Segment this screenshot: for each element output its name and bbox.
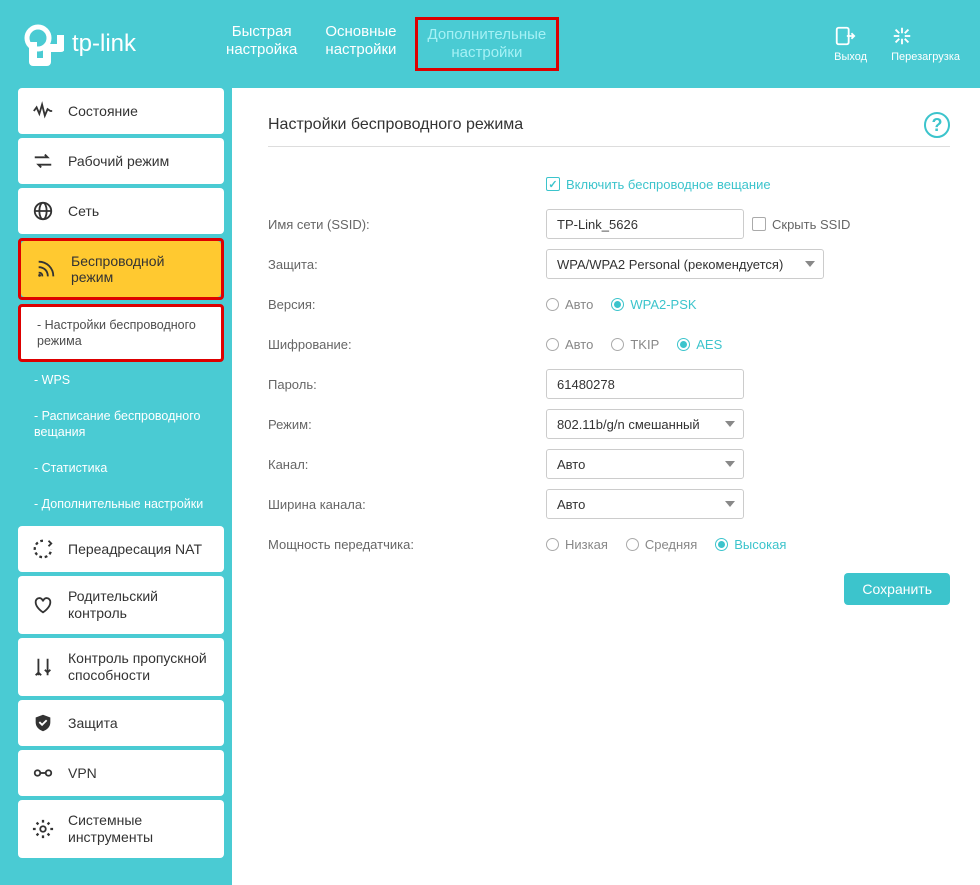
- sub-wps[interactable]: WPS: [18, 362, 224, 398]
- sidebar-item-system[interactable]: Системные инструменты: [18, 800, 224, 858]
- sub-schedule[interactable]: Расписание беспроводного вещания: [18, 398, 224, 450]
- page-title: Настройки беспроводного режима: [268, 116, 523, 134]
- txpower-low-radio[interactable]: Низкая: [546, 537, 608, 552]
- shield-icon: [32, 712, 54, 734]
- sub-statistics[interactable]: Статистика: [18, 450, 224, 486]
- txpower-radio-group: Низкая Средняя Высокая: [546, 537, 786, 552]
- encryption-label: Шифрование:: [268, 337, 546, 352]
- password-input[interactable]: [546, 369, 744, 399]
- brand-text: tp-link: [72, 30, 136, 58]
- version-wpa2psk-radio[interactable]: WPA2-PSK: [611, 297, 696, 312]
- ssid-input[interactable]: [546, 209, 744, 239]
- sidebar-item-parental[interactable]: Родительский контроль: [18, 576, 224, 634]
- help-icon[interactable]: ?: [924, 112, 950, 138]
- nav-tabs: Быстрая настройка Основные настройки Доп…: [216, 17, 559, 71]
- nat-icon: [32, 538, 54, 560]
- checkbox-checked-icon: ✓: [546, 177, 560, 191]
- sidebar-item-security[interactable]: Защита: [18, 700, 224, 746]
- status-icon: [32, 100, 54, 122]
- sub-wireless-settings[interactable]: Настройки беспроводного режима: [18, 304, 224, 362]
- checkbox-icon: [752, 217, 766, 231]
- sidebar-item-wireless[interactable]: Беспроводной режим: [21, 241, 221, 297]
- wireless-icon: [35, 258, 57, 280]
- save-button[interactable]: Сохранить: [844, 573, 950, 605]
- gear-icon: [32, 818, 54, 840]
- sidebar-item-status[interactable]: Состояние: [18, 88, 224, 134]
- sidebar-item-mode[interactable]: Рабочий режим: [18, 138, 224, 184]
- tab-quick-setup[interactable]: Быстрая настройка: [216, 17, 307, 71]
- enable-wireless-checkbox[interactable]: ✓ Включить беспроводное вещание: [546, 177, 771, 192]
- version-label: Версия:: [268, 297, 546, 312]
- tab-advanced[interactable]: Дополнительные настройки: [415, 17, 560, 71]
- hide-ssid-checkbox[interactable]: Скрыть SSID: [752, 217, 850, 232]
- channel-label: Канал:: [268, 457, 546, 472]
- globe-icon: [32, 200, 54, 222]
- tab-basic[interactable]: Основные настройки: [315, 17, 406, 71]
- sidebar-item-vpn[interactable]: VPN: [18, 750, 224, 796]
- security-label: Защита:: [268, 257, 546, 272]
- width-label: Ширина канала:: [268, 497, 546, 512]
- channel-select[interactable]: Авто: [546, 449, 744, 479]
- password-label: Пароль:: [268, 377, 546, 392]
- encryption-auto-radio[interactable]: Авто: [546, 337, 593, 352]
- divider: [268, 146, 950, 147]
- version-radio-group: Авто WPA2-PSK: [546, 297, 697, 312]
- security-select[interactable]: WPA/WPA2 Personal (рекомендуется): [546, 249, 824, 279]
- mode-icon: [32, 150, 54, 172]
- encryption-tkip-radio[interactable]: TKIP: [611, 337, 659, 352]
- width-select[interactable]: Авто: [546, 489, 744, 519]
- version-auto-radio[interactable]: Авто: [546, 297, 593, 312]
- reboot-icon: [891, 25, 960, 47]
- mode-select[interactable]: 802.11b/g/n смешанный: [546, 409, 744, 439]
- header-actions: Выход Перезагрузка: [834, 25, 960, 63]
- bandwidth-icon: [32, 656, 54, 678]
- txpower-high-radio[interactable]: Высокая: [715, 537, 786, 552]
- wireless-subitems: Настройки беспроводного режима WPS Распи…: [18, 304, 224, 522]
- content-panel: Настройки беспроводного режима ? ✓ Включ…: [232, 88, 980, 885]
- sidebar-item-bandwidth[interactable]: Контроль пропускной способности: [18, 638, 224, 696]
- logo: tp-link: [20, 22, 136, 66]
- sub-advanced[interactable]: Дополнительные настройки: [18, 486, 224, 522]
- encryption-aes-radio[interactable]: AES: [677, 337, 722, 352]
- vpn-icon: [32, 762, 54, 784]
- logout-icon: [834, 25, 867, 47]
- sidebar-item-network[interactable]: Сеть: [18, 188, 224, 234]
- txpower-label: Мощность передатчика:: [268, 537, 546, 552]
- mode-label: Режим:: [268, 417, 546, 432]
- heart-icon: [32, 594, 54, 616]
- encryption-radio-group: Авто TKIP AES: [546, 337, 722, 352]
- sidebar: Состояние Рабочий режим Сеть Беспроводно…: [0, 88, 224, 862]
- reboot-button[interactable]: Перезагрузка: [891, 25, 960, 63]
- brand-icon: [20, 22, 64, 66]
- sidebar-item-nat[interactable]: Переадресация NAT: [18, 526, 224, 572]
- ssid-label: Имя сети (SSID):: [268, 217, 546, 232]
- txpower-mid-radio[interactable]: Средняя: [626, 537, 697, 552]
- header: tp-link Быстрая настройка Основные настр…: [0, 0, 980, 88]
- logout-button[interactable]: Выход: [834, 25, 867, 63]
